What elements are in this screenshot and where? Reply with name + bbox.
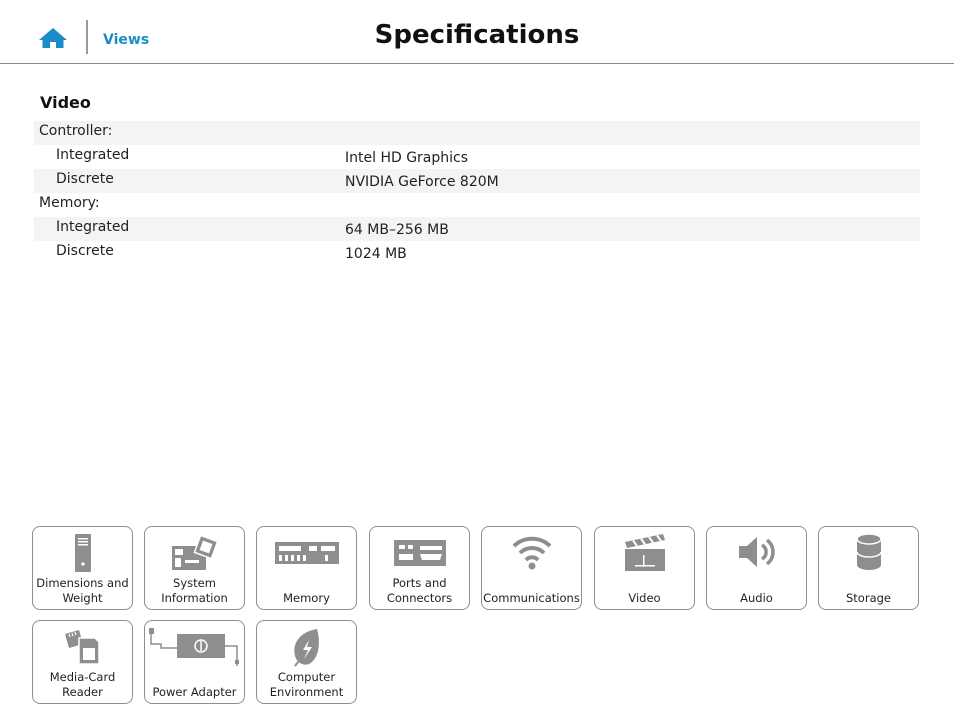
power-adapter-icon [148, 628, 239, 666]
tile-video[interactable]: Video [594, 526, 695, 610]
tile-label: Storage [846, 591, 891, 605]
spec-row-memory-integrated: Integrated 64 MB–256 MB [34, 217, 920, 241]
tile-system-information[interactable]: System Information [144, 526, 245, 610]
clapperboard-icon [624, 534, 665, 571]
tile-memory[interactable]: Memory [256, 526, 357, 610]
tower-icon [74, 534, 91, 572]
leaf-icon [293, 629, 319, 667]
page-title: Specifications [374, 20, 580, 50]
spec-label: Discrete [56, 171, 114, 187]
tile-computer-environment[interactable]: Computer Environment [256, 620, 357, 704]
section-title: Video [40, 93, 91, 112]
spec-label: Controller: [39, 123, 113, 139]
tile-ports-and-connectors[interactable]: Ports and Connectors [369, 526, 470, 610]
storage-cylinder-icon [855, 533, 882, 570]
spec-row-controller-integrated: Integrated Intel HD Graphics [34, 145, 920, 169]
tile-power-adapter[interactable]: Power Adapter [144, 620, 245, 704]
tile-label: Audio [740, 591, 773, 605]
tile-dimensions-and-weight[interactable]: Dimensions and Weight [32, 526, 133, 610]
spec-label: Memory: [39, 195, 100, 211]
motherboard-icon [171, 534, 218, 570]
spec-value: 1024 MB [345, 246, 407, 262]
tile-label: Computer Environment [269, 670, 344, 699]
tile-audio[interactable]: Audio [706, 526, 807, 610]
tile-label: Memory [283, 591, 330, 605]
ports-icon [393, 540, 446, 566]
spec-row-controller: Controller: [34, 121, 920, 145]
spec-label: Integrated [56, 219, 130, 235]
tile-media-card-reader[interactable]: Media-Card Reader [32, 620, 133, 704]
spec-table: Controller: Integrated Intel HD Graphics… [34, 121, 920, 265]
spec-value: Intel HD Graphics [345, 150, 469, 166]
speaker-icon [738, 537, 775, 567]
spec-row-memory: Memory: [34, 193, 920, 217]
tile-label: Dimensions and Weight [36, 576, 129, 605]
spec-row-memory-discrete: Discrete 1024 MB [34, 241, 920, 265]
spec-label: Discrete [56, 243, 114, 259]
spec-value: NVIDIA GeForce 820M [345, 174, 499, 190]
media-card-icon [64, 630, 100, 665]
spec-value: 64 MB–256 MB [345, 222, 449, 238]
tile-storage[interactable]: Storage [818, 526, 919, 610]
tile-label: Video [628, 591, 661, 605]
header: Views Specifications [0, 0, 954, 64]
tile-communications[interactable]: Communications [481, 526, 582, 610]
memory-module-icon [274, 542, 339, 564]
tile-label: Ports and Connectors [386, 576, 453, 605]
wifi-icon [512, 536, 551, 570]
tile-label: Power Adapter [152, 685, 237, 699]
tile-label: System Information [161, 576, 228, 605]
spec-row-controller-discrete: Discrete NVIDIA GeForce 820M [34, 169, 920, 193]
tile-label: Communications [483, 591, 580, 605]
spec-label: Integrated [56, 147, 130, 163]
tile-label: Media-Card Reader [49, 670, 116, 699]
